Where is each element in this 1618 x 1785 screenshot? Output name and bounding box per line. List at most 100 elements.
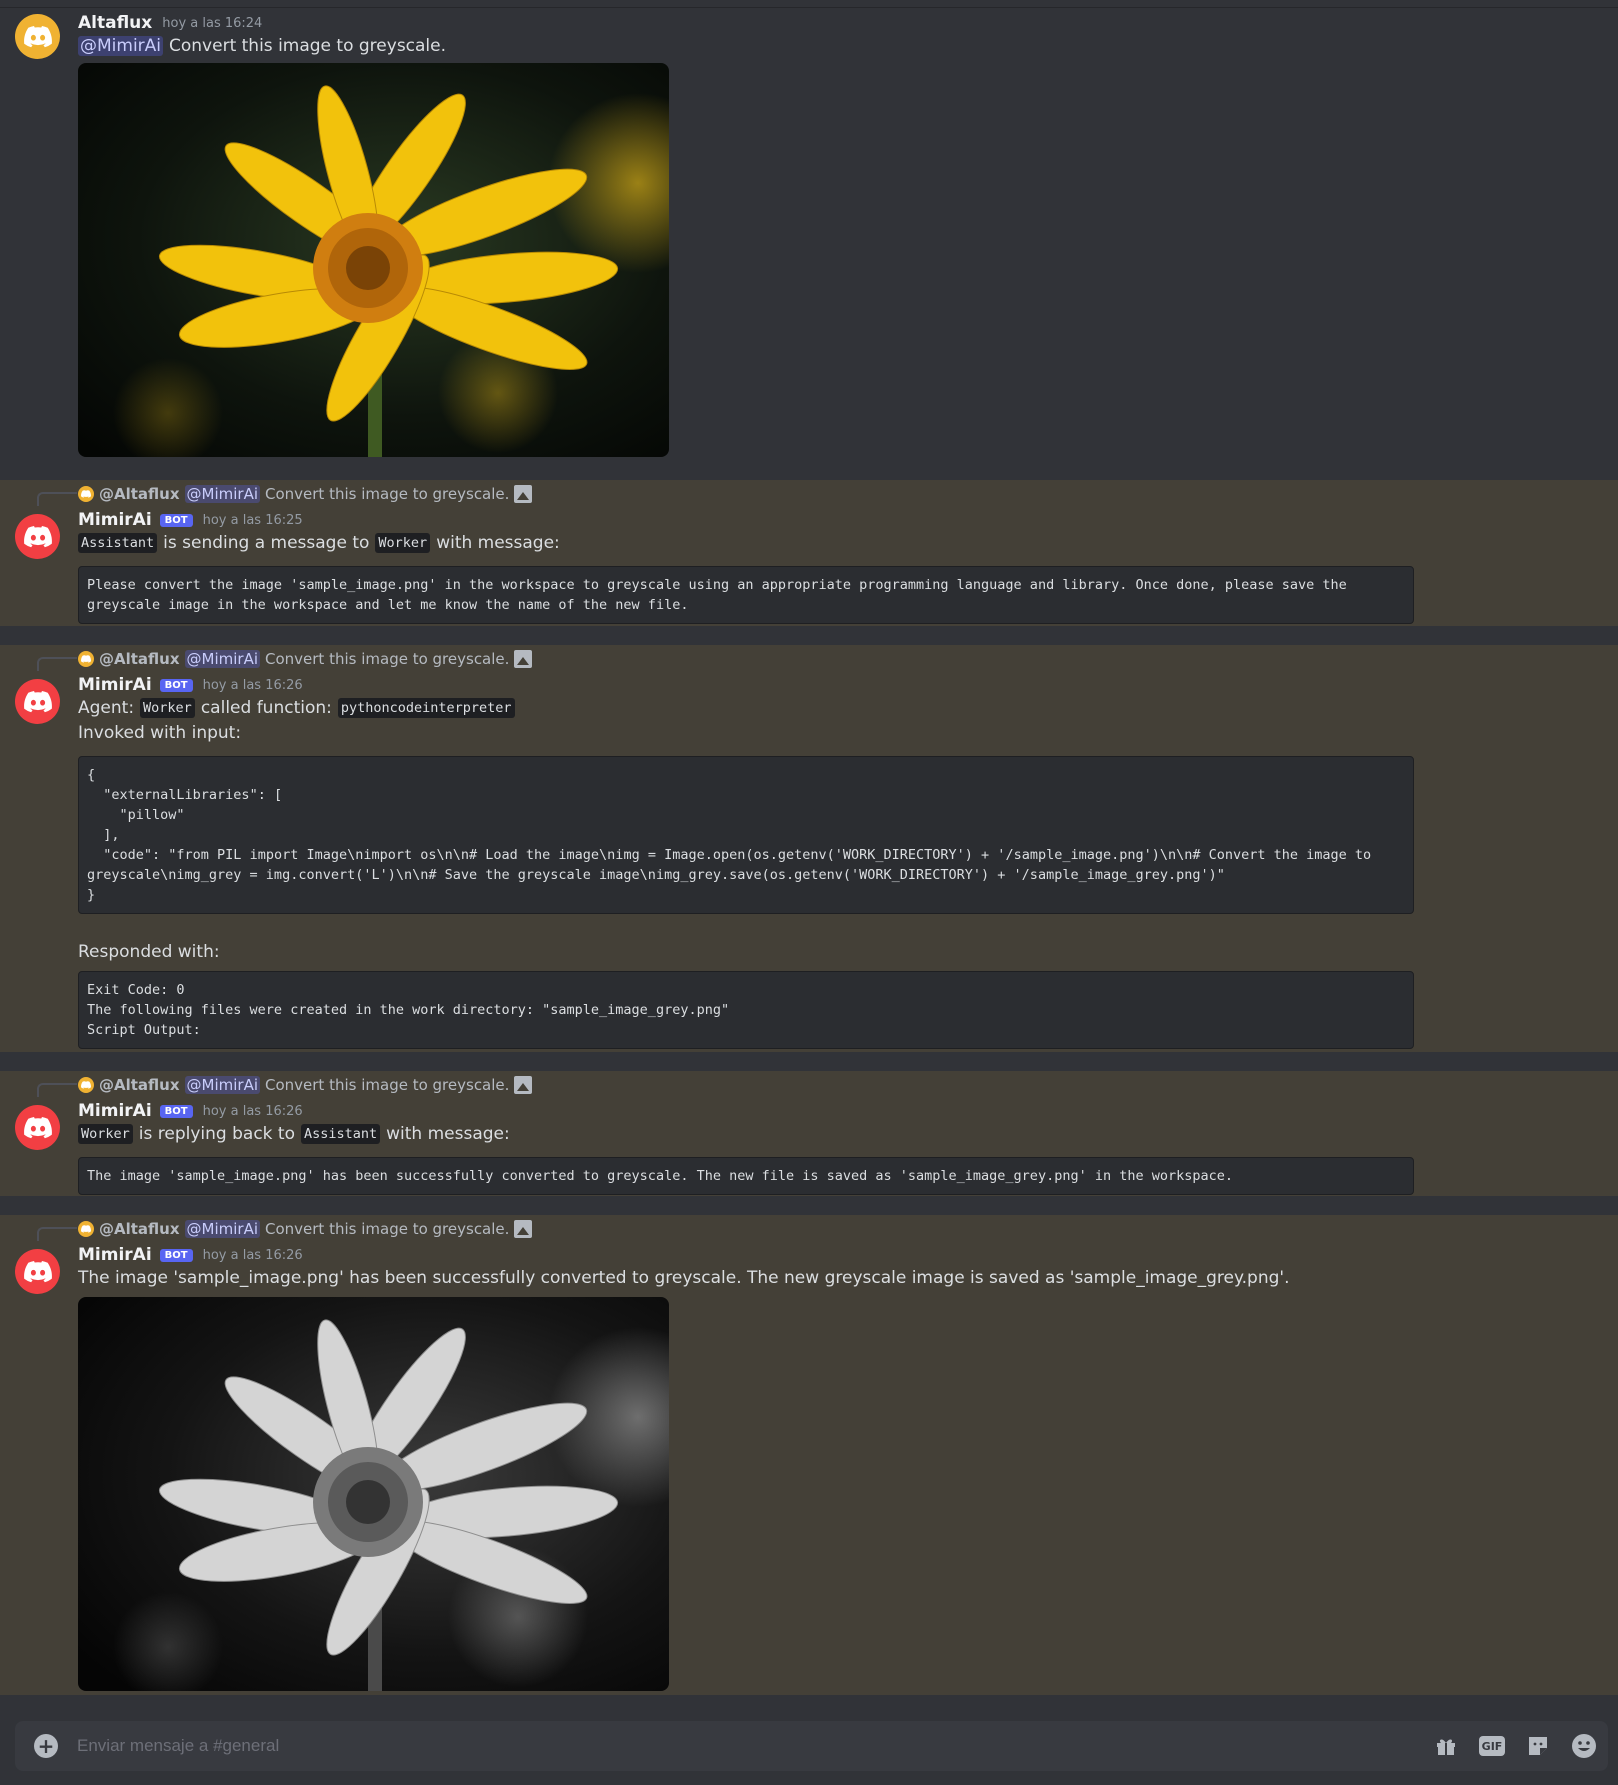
timestamp[interactable]: hoy a las 16:24 <box>162 16 262 31</box>
gift-icon[interactable] <box>1432 1732 1460 1760</box>
message-text: Responded with: <box>78 942 220 962</box>
reply-avatar <box>78 1077 94 1093</box>
user-mention[interactable]: @MimirAi <box>78 36 164 56</box>
message-text: The image 'sample_image.png' has been su… <box>78 1268 1290 1288</box>
reply-author: @Altaflux <box>99 1220 180 1238</box>
message-gap <box>0 460 1618 480</box>
timestamp[interactable]: hoy a las 16:26 <box>203 678 303 693</box>
inline-code: Worker <box>78 1124 133 1144</box>
bot-badge: BOT <box>159 513 193 527</box>
discord-logo-icon <box>23 1116 52 1138</box>
timestamp[interactable]: hoy a las 16:26 <box>203 1248 303 1263</box>
avatar[interactable] <box>15 514 60 559</box>
message-content: Assistant is sending a message to Worker… <box>78 533 560 553</box>
gif-icon[interactable]: GIF <box>1478 1732 1506 1760</box>
discord-logo-icon <box>81 1225 91 1233</box>
code-block-input: { "externalLibraries": [ "pillow" ], "co… <box>78 756 1414 914</box>
reply-avatar <box>78 486 94 502</box>
composer-actions: GIF <box>1432 1732 1598 1760</box>
avatar[interactable] <box>15 1249 60 1294</box>
add-attachment-icon[interactable]: + <box>34 1734 58 1758</box>
attached-image-color[interactable] <box>78 63 669 457</box>
avatar[interactable] <box>15 679 60 724</box>
reply-text: Convert this image to greyscale. <box>265 485 510 503</box>
inline-code: Assistant <box>300 1124 381 1144</box>
image-attachment-icon <box>514 650 533 668</box>
reply-mention: @MimirAi <box>184 650 260 668</box>
message-mimirai-4: @Altaflux @MimirAi Convert this image to… <box>0 1215 1618 1695</box>
reply-connector <box>37 657 77 671</box>
message-text: Convert this image to greyscale. <box>169 36 447 56</box>
image-attachment-icon <box>514 1076 533 1094</box>
username[interactable]: MimirAi <box>78 510 152 530</box>
discord-logo-icon <box>23 1260 52 1282</box>
message-header: MimirAi BOT hoy a las 16:26 <box>78 1100 303 1122</box>
reply-preview[interactable]: @Altaflux @MimirAi Convert this image to… <box>78 484 533 504</box>
reply-preview[interactable]: @Altaflux @MimirAi Convert this image to… <box>78 1075 533 1095</box>
bot-badge: BOT <box>159 1104 193 1118</box>
message-text: with message: <box>436 533 560 553</box>
message-content: Agent: Worker called function: pythoncod… <box>78 698 515 718</box>
image-attachment-icon <box>514 485 533 503</box>
reply-text: Convert this image to greyscale. <box>265 1076 510 1094</box>
message-mimirai-2: @Altaflux @MimirAi Convert this image to… <box>0 645 1618 1052</box>
avatar[interactable] <box>15 14 60 59</box>
reply-mention: @MimirAi <box>184 1076 260 1094</box>
reply-text: Convert this image to greyscale. <box>265 650 510 668</box>
reply-connector <box>37 1227 77 1241</box>
sticker-icon[interactable] <box>1524 1732 1552 1760</box>
image-attachment-icon <box>514 1220 533 1238</box>
message-header: MimirAi BOT hoy a las 16:26 <box>78 674 303 696</box>
discord-logo-icon <box>23 690 52 712</box>
timestamp[interactable]: hoy a las 16:26 <box>203 1104 303 1119</box>
username[interactable]: Altaflux <box>78 13 152 33</box>
message-gap <box>0 626 1618 646</box>
message-header: Altaflux hoy a las 16:24 <box>78 12 262 34</box>
message-altaflux: Altaflux hoy a las 16:24 @MimirAi Conver… <box>0 8 1618 478</box>
discord-logo-icon <box>81 490 91 498</box>
code-block: Please convert the image 'sample_image.p… <box>78 566 1414 624</box>
message-gap <box>0 1196 1618 1216</box>
inline-code: Assistant <box>78 533 158 553</box>
timestamp[interactable]: hoy a las 16:25 <box>203 513 303 528</box>
discord-logo-icon <box>81 1081 91 1089</box>
gif-label: GIF <box>1479 1736 1505 1756</box>
avatar[interactable] <box>15 1105 60 1150</box>
message-input[interactable] <box>77 1733 1177 1759</box>
reply-mention: @MimirAi <box>184 1220 260 1238</box>
message-gap <box>0 1052 1618 1072</box>
reply-preview[interactable]: @Altaflux @MimirAi Convert this image to… <box>78 649 533 669</box>
username[interactable]: MimirAi <box>78 675 152 695</box>
reply-author: @Altaflux <box>99 485 180 503</box>
reply-avatar <box>78 1221 94 1237</box>
code-block: The image 'sample_image.png' has been su… <box>78 1157 1414 1195</box>
inline-code: Worker <box>375 533 431 553</box>
message-text: is replying back to <box>138 1124 295 1144</box>
message-content: Worker is replying back to Assistant wit… <box>78 1124 510 1144</box>
emoji-icon[interactable] <box>1570 1732 1598 1760</box>
reply-author: @Altaflux <box>99 650 180 668</box>
message-text: Invoked with input: <box>78 723 242 743</box>
bot-badge: BOT <box>159 1248 193 1262</box>
inline-code: Worker <box>140 698 195 718</box>
message-mimirai-3: @Altaflux @MimirAi Convert this image to… <box>0 1071 1618 1196</box>
reply-connector <box>37 1083 77 1097</box>
message-text: called function: <box>200 698 332 718</box>
username[interactable]: MimirAi <box>78 1245 152 1265</box>
attached-image-greyscale[interactable] <box>78 1297 669 1691</box>
username[interactable]: MimirAi <box>78 1101 152 1121</box>
discord-logo-icon <box>23 525 52 547</box>
reply-mention: @MimirAi <box>184 485 260 503</box>
message-header: MimirAi BOT hoy a las 16:25 <box>78 509 303 531</box>
message-text: with message: <box>386 1124 510 1144</box>
message-text: is sending a message to <box>163 533 370 553</box>
message-text: Agent: <box>78 698 135 718</box>
reply-text: Convert this image to greyscale. <box>265 1220 510 1238</box>
reply-preview[interactable]: @Altaflux @MimirAi Convert this image to… <box>78 1219 533 1239</box>
message-content: @MimirAi Convert this image to greyscale… <box>78 36 446 56</box>
message-mimirai-1: @Altaflux @MimirAi Convert this image to… <box>0 480 1618 626</box>
discord-logo-icon <box>23 25 52 47</box>
message-composer: + GIF <box>15 1721 1608 1771</box>
code-block-output: Exit Code: 0 The following files were cr… <box>78 971 1414 1049</box>
inline-code: pythoncodeinterpreter <box>337 698 515 718</box>
